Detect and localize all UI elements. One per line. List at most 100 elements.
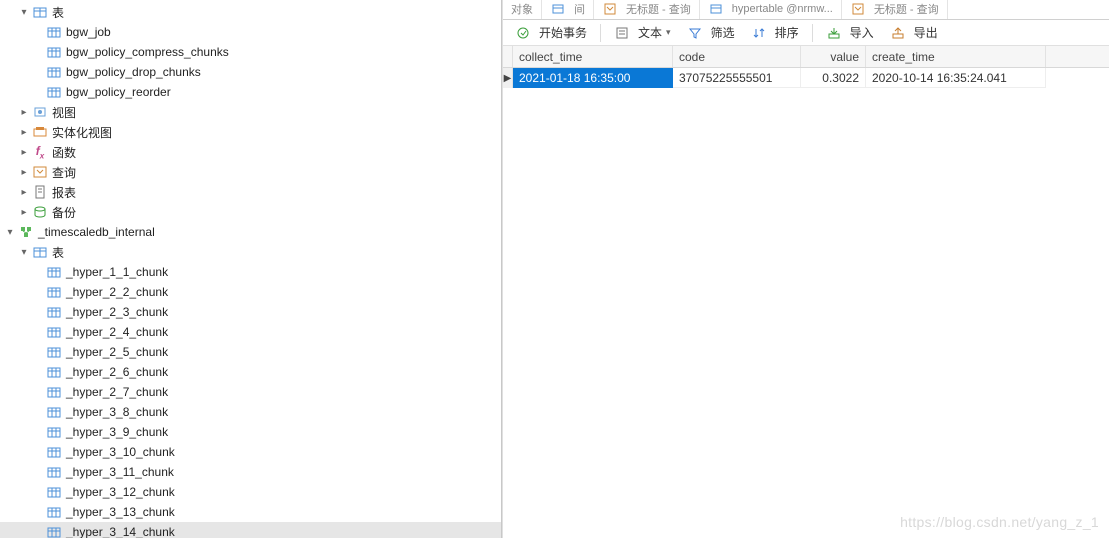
- tree-node-tables-top[interactable]: ▾ 表: [0, 2, 501, 22]
- export-icon: [890, 25, 906, 41]
- table-icon: [46, 304, 62, 320]
- separator: [600, 24, 601, 42]
- tree-node-folder[interactable]: ▸ 报表: [0, 182, 501, 202]
- tree-node-table[interactable]: _hyper_2_6_chunk: [0, 362, 501, 382]
- export-button[interactable]: 导出: [884, 22, 944, 44]
- tree-node-table[interactable]: _hyper_2_5_chunk: [0, 342, 501, 362]
- table-icon: [46, 424, 62, 440]
- editor-tabs: 对象 间 无标题 - 查询 hypertable @nrmw... 无标题 - …: [503, 0, 1109, 20]
- begin-tx-button[interactable]: 开始事务: [509, 22, 593, 44]
- tree-label: _timescaledb_internal: [38, 225, 155, 239]
- tree-node-table[interactable]: bgw_job: [0, 22, 501, 42]
- tree-node-folder[interactable]: ▸ 实体化视图: [0, 122, 501, 142]
- tree-label: _hyper_3_14_chunk: [66, 525, 175, 538]
- row-indicator-icon: ▶: [503, 68, 513, 88]
- tree-node-table[interactable]: _hyper_2_2_chunk: [0, 282, 501, 302]
- tree-node-table[interactable]: _hyper_3_12_chunk: [0, 482, 501, 502]
- result-grid[interactable]: collect_time code value create_time ▶ 20…: [503, 46, 1109, 538]
- main-panel: 对象 间 无标题 - 查询 hypertable @nrmw... 无标题 - …: [502, 0, 1109, 538]
- table-icon: [46, 484, 62, 500]
- tx-icon: [515, 25, 531, 41]
- expander-icon[interactable]: ▾: [18, 246, 30, 258]
- col-header[interactable]: value: [801, 46, 866, 67]
- tree-node-folder[interactable]: ▸fx函数: [0, 142, 501, 162]
- col-header[interactable]: code: [673, 46, 801, 67]
- tree-label: bgw_policy_reorder: [66, 85, 171, 99]
- expander-icon[interactable]: ▸: [18, 146, 30, 158]
- filter-button[interactable]: 筛选: [681, 22, 741, 44]
- tree-node-table[interactable]: _hyper_3_8_chunk: [0, 402, 501, 422]
- tree-node-schema[interactable]: ▾ _timescaledb_internal: [0, 222, 501, 242]
- cell[interactable]: 2020-10-14 16:35:24.041: [866, 68, 1046, 88]
- tree-node-tables[interactable]: ▾ 表: [0, 242, 501, 262]
- tree-label: bgw_job: [66, 25, 111, 39]
- tree-node-table[interactable]: _hyper_3_14_chunk: [0, 522, 501, 538]
- table-icon: [46, 84, 62, 100]
- matviews-icon: [32, 124, 48, 140]
- text-button[interactable]: 文本 ▾: [608, 22, 677, 44]
- cell[interactable]: 0.3022: [801, 68, 866, 88]
- tab-label: 无标题 - 查询: [874, 1, 939, 17]
- tree-label: 函数: [52, 144, 76, 161]
- table-row[interactable]: ▶ 2021-01-18 16:35:00 37075225555501 0.3…: [503, 68, 1109, 88]
- col-header[interactable]: collect_time: [513, 46, 673, 67]
- expander-icon[interactable]: ▸: [18, 106, 30, 118]
- tab-query-1[interactable]: 无标题 - 查询: [594, 0, 700, 19]
- tree-node-table[interactable]: _hyper_3_9_chunk: [0, 422, 501, 442]
- sidebar: ▾ 表 bgw_jobbgw_policy_compress_chunksbgw…: [0, 0, 502, 538]
- tree-node-table[interactable]: _hyper_2_7_chunk: [0, 382, 501, 402]
- tree-label: _hyper_3_9_chunk: [66, 425, 168, 439]
- tree-label: _hyper_2_2_chunk: [66, 285, 168, 299]
- tab-hypertable[interactable]: hypertable @nrmw...: [700, 0, 842, 19]
- tree-label: _hyper_2_5_chunk: [66, 345, 168, 359]
- tree-node-table[interactable]: bgw_policy_compress_chunks: [0, 42, 501, 62]
- expander-icon[interactable]: ▾: [4, 226, 16, 238]
- btn-label: 排序: [775, 24, 799, 41]
- cell[interactable]: 2021-01-18 16:35:00: [513, 68, 673, 88]
- backup-icon: [32, 204, 48, 220]
- expander-icon[interactable]: ▸: [18, 206, 30, 218]
- tree-label: _hyper_2_3_chunk: [66, 305, 168, 319]
- expander-icon[interactable]: ▸: [18, 186, 30, 198]
- table-icon: [46, 264, 62, 280]
- db-tree[interactable]: ▾ 表 bgw_jobbgw_policy_compress_chunksbgw…: [0, 0, 501, 538]
- tab-objects[interactable]: 对象: [503, 0, 542, 19]
- tree-node-table[interactable]: _hyper_1_1_chunk: [0, 262, 501, 282]
- expander-icon[interactable]: ▸: [18, 126, 30, 138]
- tab-item[interactable]: 间: [542, 0, 594, 19]
- expander-icon[interactable]: ▾: [18, 6, 30, 18]
- tree-label: 实体化视图: [52, 124, 112, 141]
- tree-node-table[interactable]: _hyper_2_3_chunk: [0, 302, 501, 322]
- table-icon: [46, 524, 62, 538]
- expander-icon[interactable]: ▸: [18, 166, 30, 178]
- tree-label: 查询: [52, 164, 76, 181]
- tree-node-table[interactable]: _hyper_3_10_chunk: [0, 442, 501, 462]
- tree-node-table[interactable]: bgw_policy_reorder: [0, 82, 501, 102]
- grid-toolbar: 开始事务 文本 ▾ 筛选 排序 导入 导出: [503, 20, 1109, 46]
- tree-node-table[interactable]: bgw_policy_drop_chunks: [0, 62, 501, 82]
- row-indicator-header: [503, 46, 513, 67]
- tree-node-table[interactable]: _hyper_3_13_chunk: [0, 502, 501, 522]
- sort-button[interactable]: 排序: [745, 22, 805, 44]
- tree-node-folder[interactable]: ▸ 查询: [0, 162, 501, 182]
- tree-label: 报表: [52, 184, 76, 201]
- table-icon: [550, 1, 566, 17]
- tree-label: _hyper_2_7_chunk: [66, 385, 168, 399]
- table-icon: [46, 284, 62, 300]
- col-header[interactable]: create_time: [866, 46, 1046, 67]
- table-icon: [46, 464, 62, 480]
- tree-node-table[interactable]: _hyper_3_11_chunk: [0, 462, 501, 482]
- tree-node-folder[interactable]: ▸ 备份: [0, 202, 501, 222]
- tree-node-folder[interactable]: ▸视图: [0, 102, 501, 122]
- tree-label: 备份: [52, 204, 76, 221]
- fx-icon: fx: [32, 144, 48, 160]
- cell[interactable]: 37075225555501: [673, 68, 801, 88]
- tree-label: _hyper_3_8_chunk: [66, 405, 168, 419]
- tree-label: _hyper_2_4_chunk: [66, 325, 168, 339]
- btn-label: 开始事务: [539, 24, 587, 41]
- tab-label: hypertable @nrmw...: [732, 3, 833, 15]
- tab-query-2[interactable]: 无标题 - 查询: [842, 0, 948, 19]
- tree-label: 表: [52, 4, 64, 21]
- tree-node-table[interactable]: _hyper_2_4_chunk: [0, 322, 501, 342]
- import-button[interactable]: 导入: [820, 22, 880, 44]
